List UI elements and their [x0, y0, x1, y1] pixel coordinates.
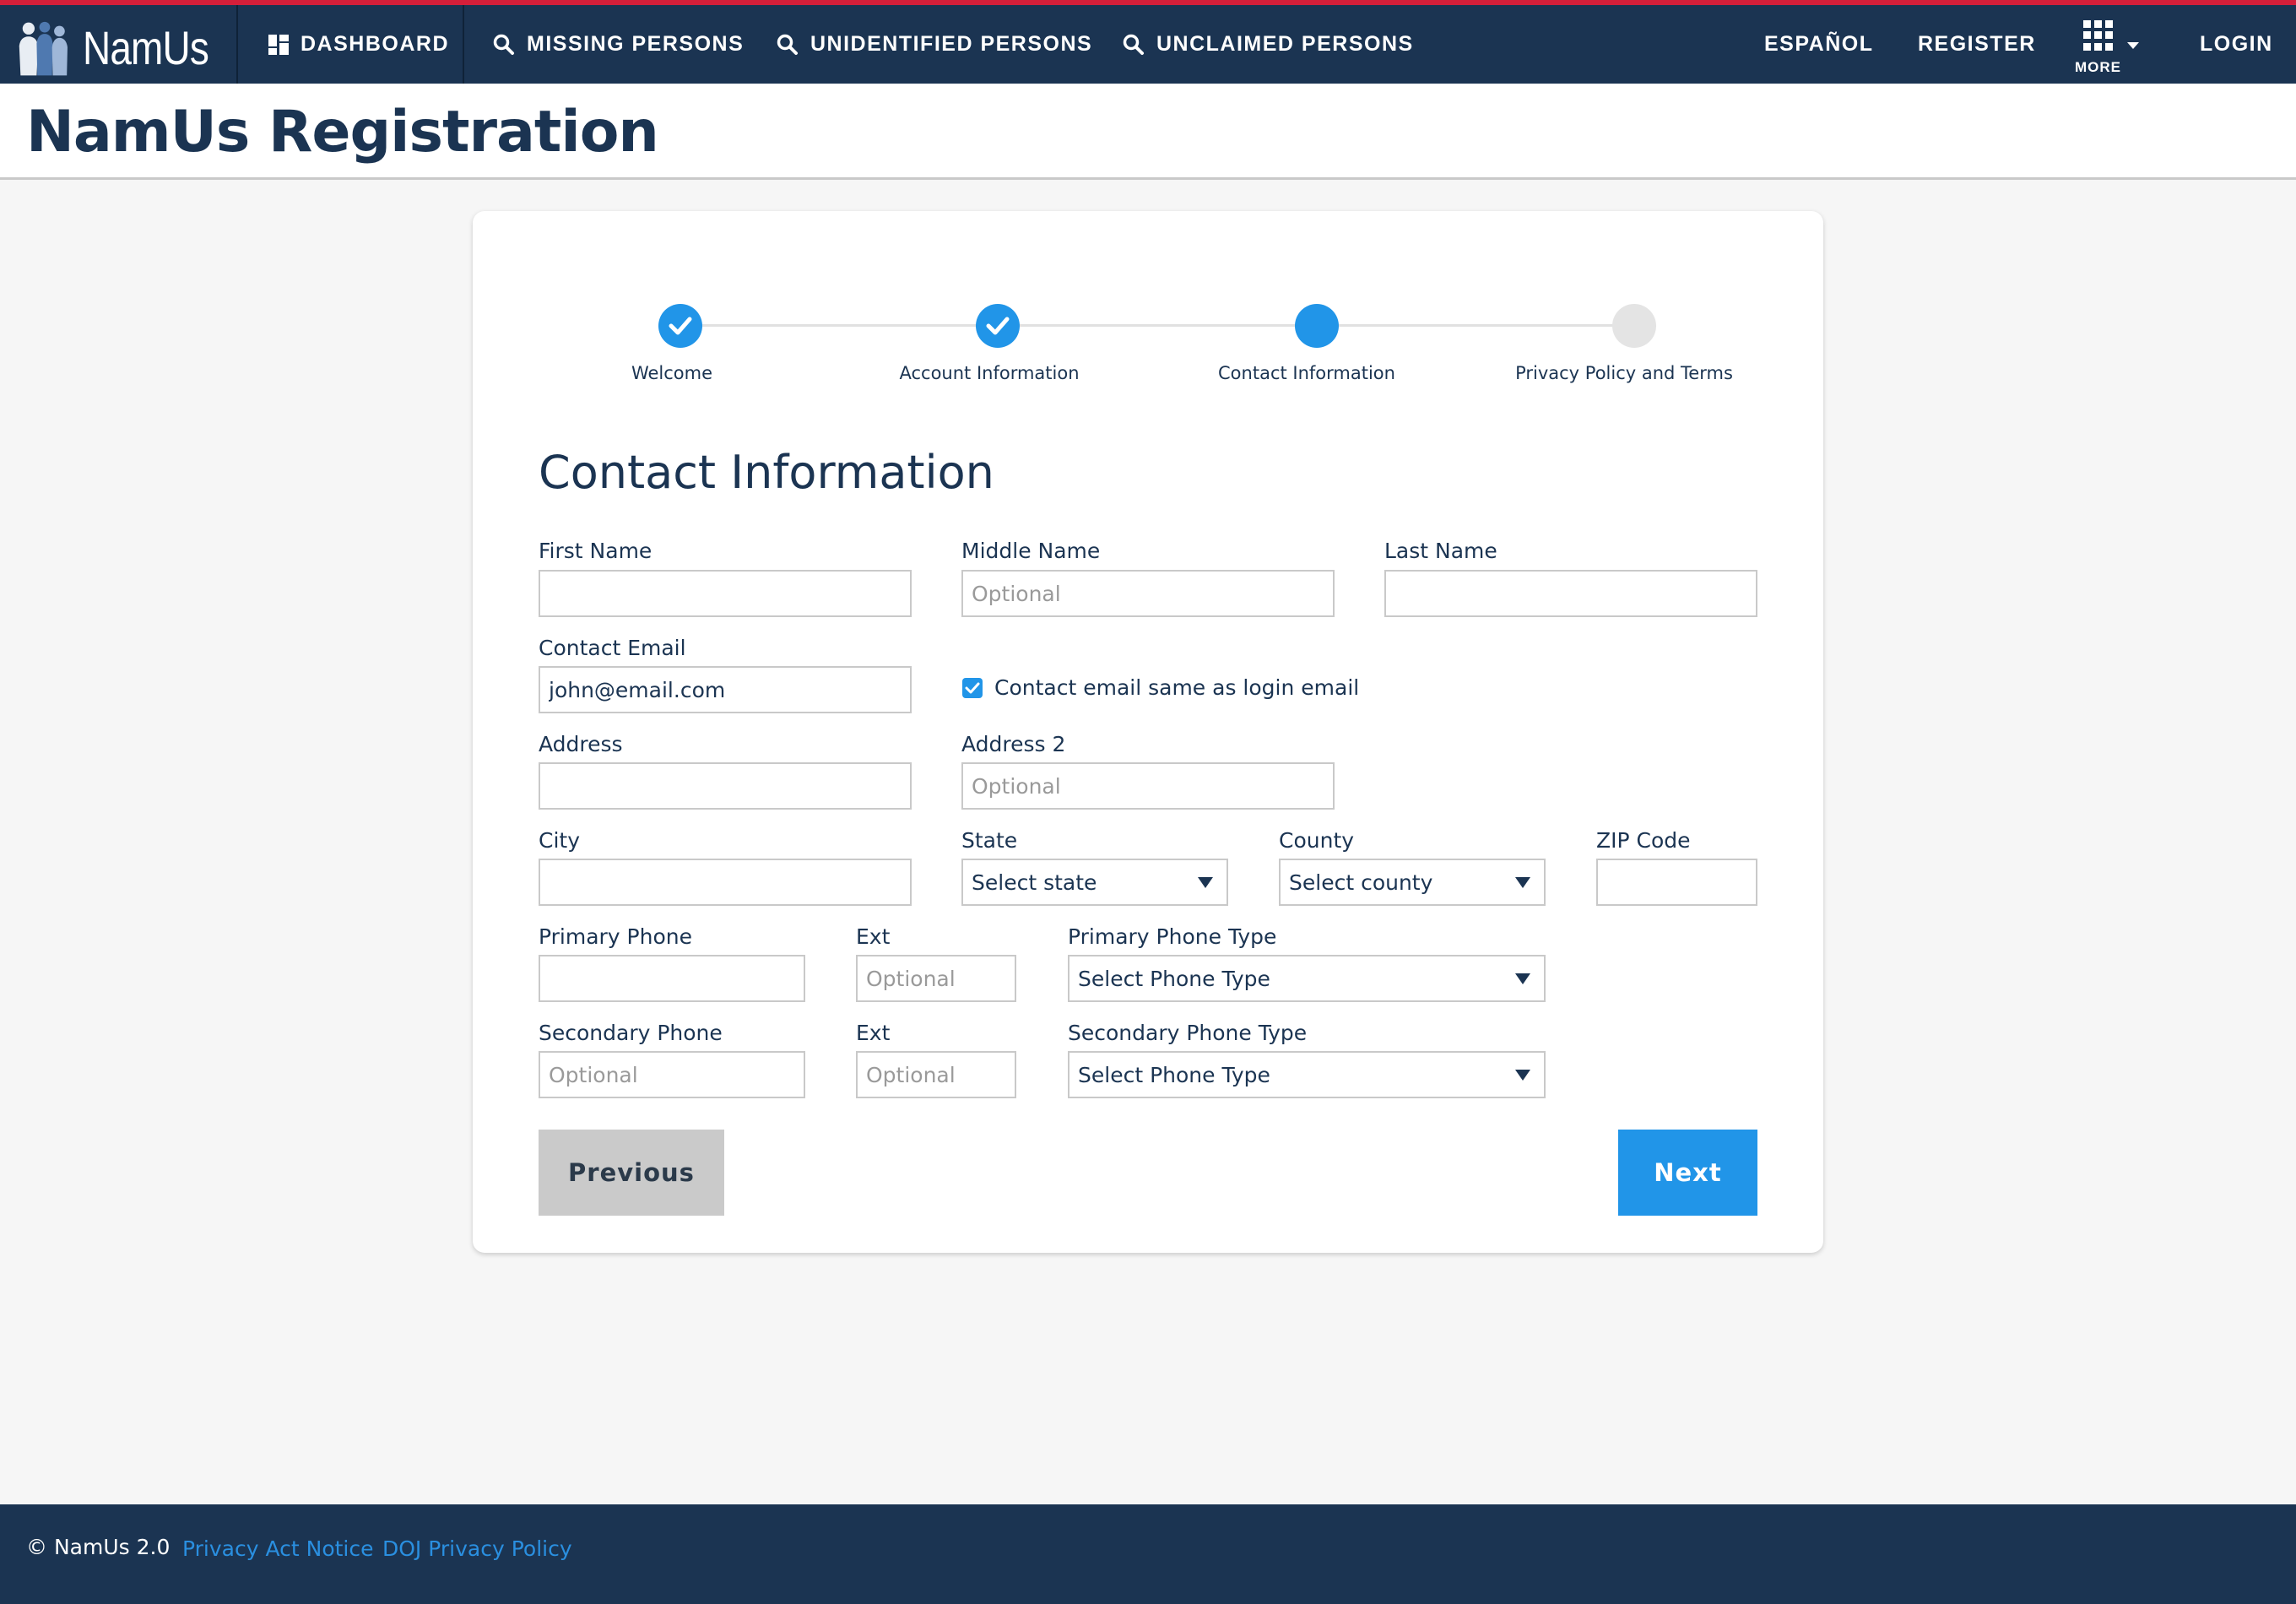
middle-name-input[interactable] — [961, 570, 1335, 617]
city-label: City — [539, 828, 580, 853]
contact-email-input[interactable] — [539, 666, 912, 713]
footer: © NamUs 2.0 Privacy Act Notice DOJ Priva… — [0, 1504, 2296, 1604]
search-icon — [777, 34, 799, 56]
step-label: Contact Information — [1218, 363, 1395, 383]
step-privacy-upcoming — [1612, 304, 1656, 348]
secondary-phone-input[interactable] — [539, 1051, 805, 1098]
primary-phone-type-select[interactable]: Select Phone Type — [1068, 955, 1546, 1002]
state-label: State — [961, 828, 1018, 853]
dropdown-arrow-icon — [1515, 973, 1530, 984]
nav-dashboard-label: DASHBOARD — [301, 32, 449, 56]
nav-missing-label: MISSING PERSONS — [527, 32, 745, 56]
first-name-label: First Name — [539, 539, 653, 563]
zip-label: ZIP Code — [1596, 828, 1691, 853]
nav-divider — [463, 5, 464, 84]
step-label: Welcome — [631, 363, 713, 383]
primary-phone-label: Primary Phone — [539, 924, 692, 949]
search-icon — [493, 34, 515, 56]
copyright-text: © NamUs 2.0 — [26, 1535, 171, 1559]
county-select[interactable]: Select county — [1279, 859, 1546, 906]
nav-espanol[interactable]: ESPAÑOL — [1764, 5, 1874, 84]
address-label: Address — [539, 732, 623, 756]
zip-input[interactable] — [1596, 859, 1757, 906]
state-select[interactable]: Select state — [961, 859, 1228, 906]
secondary-phone-type-label: Secondary Phone Type — [1068, 1021, 1308, 1045]
secondary-ext-input[interactable] — [856, 1051, 1016, 1098]
section-title: Contact Information — [539, 446, 994, 499]
secondary-phone-type-value: Select Phone Type — [1078, 1062, 1270, 1087]
nav-unclaimed-label: UNCLAIMED PERSONS — [1156, 32, 1414, 56]
dashboard-icon — [268, 34, 289, 55]
county-selected-value: Select county — [1289, 870, 1433, 895]
nav-divider — [236, 5, 238, 84]
progress-stepper: Welcome Account Information Contact Info… — [473, 211, 1823, 405]
dropdown-arrow-icon — [1515, 877, 1530, 888]
address2-label: Address 2 — [961, 732, 1066, 756]
primary-phone-type-label: Primary Phone Type — [1068, 924, 1277, 949]
same-email-label: Contact email same as login email — [994, 675, 1360, 700]
same-email-checkbox-row[interactable]: Contact email same as login email — [962, 675, 1359, 700]
secondary-ext-label: Ext — [856, 1021, 891, 1045]
nav-unidentified-persons[interactable]: UNIDENTIFIED PERSONS — [777, 5, 1092, 84]
middle-name-label: Middle Name — [961, 539, 1101, 563]
privacy-act-notice-link[interactable]: Privacy Act Notice — [182, 1536, 374, 1561]
doj-privacy-policy-link[interactable]: DOJ Privacy Policy — [382, 1536, 572, 1561]
secondary-phone-label: Secondary Phone — [539, 1021, 723, 1045]
primary-phone-input[interactable] — [539, 955, 805, 1002]
step-welcome-complete — [658, 304, 702, 348]
step-contact-current — [1295, 304, 1339, 348]
nav-register[interactable]: REGISTER — [1918, 5, 2036, 84]
secondary-phone-type-select[interactable]: Select Phone Type — [1068, 1051, 1546, 1098]
dropdown-arrow-icon — [1198, 877, 1213, 888]
first-name-input[interactable] — [539, 570, 912, 617]
check-icon — [965, 682, 980, 693]
last-name-label: Last Name — [1384, 539, 1497, 563]
previous-button[interactable]: Previous — [539, 1130, 724, 1216]
step-label: Account Information — [899, 363, 1080, 383]
stepper-track — [680, 324, 1634, 327]
primary-ext-input[interactable] — [856, 955, 1016, 1002]
dropdown-arrow-icon — [1515, 1070, 1530, 1081]
logo-text: NamUs — [83, 20, 209, 74]
contact-email-label: Contact Email — [539, 636, 686, 660]
registration-card: Welcome Account Information Contact Info… — [473, 211, 1823, 1253]
top-navigation-bar: NamUs DASHBOARD MISSING PERSONS UNIDENTI… — [0, 0, 2296, 84]
nav-login[interactable]: LOGIN — [2200, 5, 2273, 84]
same-email-checkbox[interactable] — [962, 677, 983, 698]
nav-unidentified-label: UNIDENTIFIED PERSONS — [810, 32, 1093, 56]
silhouettes-logo-icon — [19, 21, 68, 76]
page-title: NamUs Registration — [26, 99, 659, 165]
more-label: MORE — [2075, 59, 2121, 75]
next-button[interactable]: Next — [1618, 1130, 1757, 1216]
primary-phone-type-value: Select Phone Type — [1078, 966, 1270, 991]
nav-unclaimed-persons[interactable]: UNCLAIMED PERSONS — [1123, 5, 1414, 84]
state-selected-value: Select state — [972, 870, 1097, 895]
caret-down-icon — [2127, 42, 2139, 49]
page-title-bar: NamUs Registration — [0, 84, 2296, 180]
nav-dashboard[interactable]: DASHBOARD — [268, 5, 449, 84]
check-icon — [986, 317, 1010, 335]
nav-missing-persons[interactable]: MISSING PERSONS — [493, 5, 744, 84]
last-name-input[interactable] — [1384, 570, 1757, 617]
county-label: County — [1279, 828, 1355, 853]
primary-ext-label: Ext — [856, 924, 891, 949]
address2-input[interactable] — [961, 762, 1335, 810]
city-input[interactable] — [539, 859, 912, 906]
more-menu-button[interactable]: MORE — [2070, 17, 2139, 76]
check-icon — [669, 317, 692, 335]
namus-logo[interactable]: NamUs — [15, 10, 236, 84]
step-account-complete — [976, 304, 1020, 348]
grid-icon — [2083, 20, 2114, 51]
address-input[interactable] — [539, 762, 912, 810]
search-icon — [1123, 34, 1145, 56]
step-label: Privacy Policy and Terms — [1515, 363, 1733, 383]
